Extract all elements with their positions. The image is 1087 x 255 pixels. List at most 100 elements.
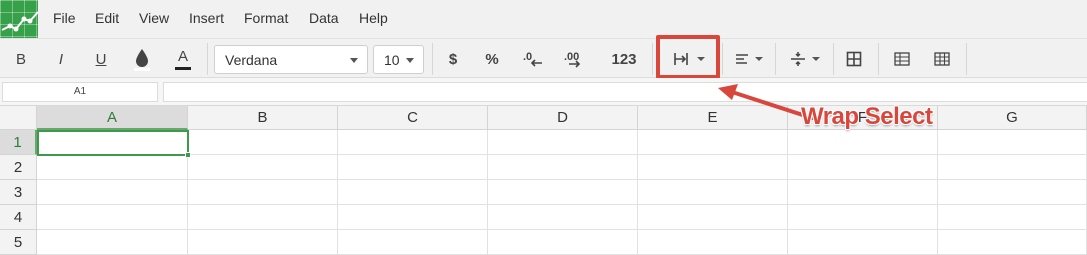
column-header-c[interactable]: C <box>338 106 488 130</box>
fill-color-button[interactable] <box>128 39 156 79</box>
grid-cell[interactable] <box>938 205 1087 230</box>
grid-cell[interactable] <box>37 180 188 205</box>
wrap-select-button[interactable] <box>664 39 714 79</box>
grid-cell[interactable] <box>188 230 338 255</box>
svg-text:.0: .0 <box>523 51 532 63</box>
formula-input[interactable] <box>163 82 1087 102</box>
chevron-down-icon <box>812 57 820 61</box>
grid-cell[interactable] <box>338 130 488 155</box>
borders-button[interactable] <box>840 39 868 79</box>
grid-cell[interactable] <box>938 230 1087 255</box>
text-color-button[interactable]: A <box>170 39 196 79</box>
italic-label: I <box>58 50 64 68</box>
insert-column-button[interactable] <box>928 39 956 79</box>
grid-cell[interactable] <box>938 180 1087 205</box>
row-header-1[interactable]: 1 <box>0 130 37 155</box>
grid-cell[interactable] <box>338 230 488 255</box>
row-header-3[interactable]: 3 <box>0 180 37 205</box>
bold-button[interactable]: B <box>8 39 34 79</box>
underline-button[interactable]: U <box>88 39 114 79</box>
column-header-b[interactable]: B <box>188 106 338 130</box>
grid-cell[interactable] <box>488 130 638 155</box>
currency-label: $ <box>448 50 458 68</box>
font-size-select[interactable]: 10 <box>373 45 424 74</box>
grid-cell[interactable] <box>188 180 338 205</box>
decrease-decimal-button[interactable]: .0 <box>520 39 546 79</box>
text-color-label: A <box>177 47 188 65</box>
grid-cell[interactable] <box>938 155 1087 180</box>
row-header-5[interactable]: 5 <box>0 230 37 255</box>
text-wrap-icon <box>674 53 688 65</box>
more-formats-button[interactable]: 123 <box>604 39 644 79</box>
grid-cell[interactable] <box>638 130 788 155</box>
menu-bar: File Edit View Insert Format Data Help <box>0 0 1087 38</box>
insert-column-icon <box>934 52 950 66</box>
menu-data[interactable]: Data <box>309 10 339 26</box>
column-header-d[interactable]: D <box>488 106 638 130</box>
grid-cell[interactable] <box>638 180 788 205</box>
grid-cell[interactable] <box>488 180 638 205</box>
fill-color-icon <box>134 49 150 71</box>
grid-cell[interactable] <box>788 205 938 230</box>
text-color-swatch <box>175 66 191 70</box>
grid-cell[interactable] <box>338 180 488 205</box>
toolbar-divider <box>652 43 653 75</box>
grid-cell[interactable] <box>37 230 188 255</box>
currency-button[interactable]: $ <box>440 39 466 79</box>
grid-cell[interactable] <box>638 230 788 255</box>
column-header-e[interactable]: E <box>638 106 788 130</box>
vertical-align-button[interactable] <box>782 39 828 79</box>
row-header-4[interactable]: 4 <box>0 205 37 230</box>
font-family-value: Verdana <box>225 51 278 68</box>
grid-cell[interactable] <box>788 180 938 205</box>
toolbar-divider <box>878 43 879 75</box>
insert-row-button[interactable] <box>888 39 916 79</box>
select-all-corner[interactable] <box>0 106 37 130</box>
grid-cell[interactable] <box>37 130 188 155</box>
vertical-align-icon <box>791 52 805 66</box>
column-header-g[interactable]: G <box>938 106 1087 130</box>
grid-cell[interactable] <box>188 205 338 230</box>
menu-edit[interactable]: Edit <box>95 10 119 26</box>
menu-view[interactable]: View <box>139 10 169 26</box>
toolbar-divider <box>775 43 776 75</box>
grid-cell[interactable] <box>338 205 488 230</box>
column-header-a[interactable]: A <box>37 106 188 130</box>
grid-cell[interactable] <box>938 130 1087 155</box>
grid-cell[interactable] <box>788 130 938 155</box>
grid-cell[interactable] <box>638 155 788 180</box>
grid-cell[interactable] <box>37 205 188 230</box>
grid-cell[interactable] <box>488 230 638 255</box>
grid-cell[interactable] <box>488 155 638 180</box>
bold-label: B <box>15 50 26 68</box>
underline-label: U <box>95 50 107 68</box>
toolbar-divider <box>833 43 834 75</box>
menu-file[interactable]: File <box>53 10 76 26</box>
font-size-value: 10 <box>384 51 400 68</box>
grid-cell[interactable] <box>788 155 938 180</box>
grid-cell[interactable] <box>638 205 788 230</box>
horizontal-align-button[interactable] <box>728 39 770 79</box>
menu-format[interactable]: Format <box>244 10 288 26</box>
grid-cell[interactable] <box>788 230 938 255</box>
italic-button[interactable]: I <box>48 39 74 79</box>
cell-reference-box[interactable]: A1 <box>2 82 158 102</box>
grid-cell[interactable] <box>188 155 338 180</box>
percent-label: % <box>485 50 499 68</box>
menu-insert[interactable]: Insert <box>189 10 224 26</box>
percent-button[interactable]: % <box>478 39 506 79</box>
row-header-2[interactable]: 2 <box>0 155 37 180</box>
toolbar: B I U A Verdana 10 $ % .0 .00 123 <box>0 38 1087 78</box>
chevron-down-icon <box>755 57 763 61</box>
grid-cell[interactable] <box>338 155 488 180</box>
app-logo[interactable] <box>0 0 38 38</box>
menu-help[interactable]: Help <box>359 10 388 26</box>
increase-decimal-button[interactable]: .00 <box>561 39 589 79</box>
wrap-select-annotation: Wrap Select <box>801 103 933 130</box>
toolbar-divider <box>722 43 723 75</box>
font-family-select[interactable]: Verdana <box>214 45 368 74</box>
align-left-icon <box>736 54 748 64</box>
grid-cell[interactable] <box>188 130 338 155</box>
grid-cell[interactable] <box>37 155 188 180</box>
grid-cell[interactable] <box>488 205 638 230</box>
